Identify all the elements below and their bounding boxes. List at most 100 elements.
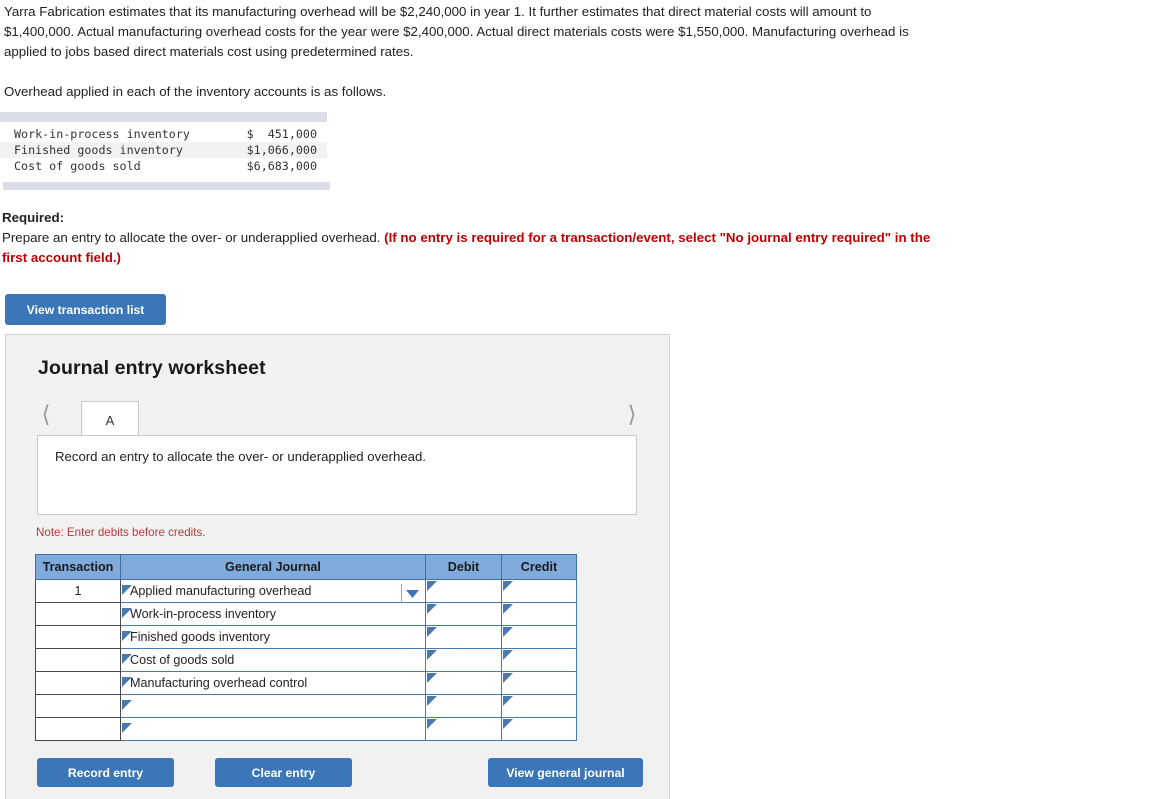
view-transaction-list-button[interactable]: View transaction list [5, 294, 166, 325]
page-title: Journal entry worksheet [38, 357, 266, 379]
credit-cell[interactable] [501, 602, 577, 626]
table-row: Cost of goods sold $6,683,000 [0, 158, 327, 174]
account-cell[interactable]: Applied manufacturing overhead [120, 579, 426, 605]
chevron-right-icon[interactable]: ⟩ [621, 403, 643, 429]
table-row [35, 694, 577, 718]
overhead-row-value: $6,683,000 [246, 159, 317, 173]
overhead-row-label: Work-in-process inventory [14, 127, 190, 141]
cell-marker-icon [503, 604, 513, 614]
transaction-number-cell[interactable] [35, 602, 121, 626]
cell-marker-icon [427, 581, 437, 591]
cell-marker-icon [503, 627, 513, 637]
debit-cell[interactable] [425, 671, 502, 695]
required-heading: Required: [2, 210, 65, 225]
account-cell[interactable] [120, 717, 426, 741]
column-header-credit: Credit [501, 554, 577, 580]
credit-cell[interactable] [501, 625, 577, 649]
cell-marker-icon [503, 719, 513, 729]
overhead-row-value: $1,066,000 [246, 143, 317, 157]
worksheet-tab-bar: ⟨ A ⟩ [6, 395, 671, 438]
tab-a-label: A [105, 412, 115, 428]
cell-marker-icon [122, 676, 132, 687]
account-cell[interactable] [120, 694, 426, 718]
problem-paragraph-1: Yarra Fabrication estimates that its man… [4, 4, 909, 59]
cell-marker-icon [427, 719, 437, 729]
record-entry-button[interactable]: Record entry [37, 758, 174, 787]
cell-marker-icon [427, 604, 437, 614]
transaction-number-cell[interactable] [35, 648, 121, 672]
table-row [35, 717, 577, 741]
chevron-left-icon[interactable]: ⟨ [35, 403, 57, 429]
cell-marker-icon [503, 650, 513, 660]
problem-paragraph-2: Overhead applied in each of the inventor… [4, 84, 387, 99]
column-header-general-journal: General Journal [120, 554, 426, 580]
credit-cell[interactable] [501, 648, 577, 672]
account-name: Finished goods inventory [130, 630, 271, 645]
cell-marker-icon [427, 696, 437, 706]
required-section: Required: Prepare an entry to allocate t… [2, 208, 952, 268]
table-row: Finished goods inventory $1,066,000 [0, 142, 327, 158]
overhead-table: Work-in-process inventory $ 451,000 Fini… [0, 126, 327, 174]
journal-entry-worksheet-panel: Journal entry worksheet ⟨ A ⟩ Record an … [5, 334, 670, 799]
table-row: 1 Applied manufacturing overhead [35, 579, 577, 605]
table-row: Work-in-process inventory [35, 602, 577, 626]
account-cell[interactable]: Manufacturing overhead control [120, 671, 426, 695]
table-row: Work-in-process inventory $ 451,000 [0, 126, 327, 142]
table-top-rule [0, 112, 327, 122]
column-header-debit: Debit [425, 554, 502, 580]
cell-marker-icon [427, 673, 437, 683]
account-cell[interactable]: Finished goods inventory [120, 625, 426, 649]
problem-statement: Yarra Fabrication estimates that its man… [4, 2, 934, 102]
cell-marker-icon [122, 630, 132, 641]
worksheet-description-box: Record an entry to allocate the over- or… [37, 435, 637, 515]
account-name: Manufacturing overhead control [130, 676, 308, 691]
required-instruction-line: Prepare an entry to allocate the over- o… [2, 228, 952, 268]
debit-cell[interactable] [425, 717, 502, 741]
view-general-journal-button[interactable]: View general journal [488, 758, 643, 787]
transaction-number-cell[interactable] [35, 694, 121, 718]
chevron-down-icon[interactable] [401, 583, 423, 605]
cell-marker-icon [122, 700, 132, 710]
journal-entry-table: Transaction General Journal Debit Credit… [35, 554, 577, 741]
page-root: Yarra Fabrication estimates that its man… [0, 0, 1152, 799]
transaction-number-cell[interactable]: 1 [35, 579, 121, 603]
cell-marker-icon [503, 673, 513, 683]
debit-cell[interactable] [425, 694, 502, 718]
cell-marker-icon [503, 696, 513, 706]
account-cell[interactable]: Work-in-process inventory [120, 602, 426, 626]
overhead-applied-table: Work-in-process inventory $ 451,000 Fini… [0, 112, 340, 190]
journal-header-row: Transaction General Journal Debit Credit [35, 554, 577, 580]
cell-marker-icon [122, 653, 132, 664]
transaction-number-cell[interactable] [35, 625, 121, 649]
overhead-row-label: Finished goods inventory [14, 143, 183, 157]
debit-cell[interactable] [425, 648, 502, 672]
table-bottom-rule [3, 182, 330, 190]
table-row: Manufacturing overhead control [35, 671, 577, 695]
transaction-number-cell[interactable] [35, 671, 121, 695]
credit-cell[interactable] [501, 717, 577, 741]
debits-before-credits-note: Note: Enter debits before credits. [36, 526, 206, 539]
credit-cell[interactable] [501, 694, 577, 718]
debit-cell[interactable] [425, 625, 502, 649]
account-name: Cost of goods sold [130, 653, 235, 668]
cell-marker-icon [503, 581, 513, 591]
tab-a[interactable]: A [81, 401, 139, 438]
account-cell[interactable]: Cost of goods sold [120, 648, 426, 672]
cell-marker-icon [427, 627, 437, 637]
cell-marker-icon [122, 607, 132, 618]
clear-entry-button[interactable]: Clear entry [215, 758, 352, 787]
account-name: Applied manufacturing overhead [130, 584, 312, 599]
credit-cell[interactable] [501, 671, 577, 695]
cell-marker-icon [427, 650, 437, 660]
overhead-row-label: Cost of goods sold [14, 159, 141, 173]
table-row: Cost of goods sold [35, 648, 577, 672]
credit-cell[interactable] [501, 579, 577, 603]
account-name: Work-in-process inventory [130, 607, 277, 622]
overhead-row-value: $ 451,000 [246, 127, 317, 141]
cell-marker-icon [122, 584, 132, 595]
column-header-transaction: Transaction [35, 554, 121, 580]
debit-cell[interactable] [425, 579, 502, 603]
table-row: Finished goods inventory [35, 625, 577, 649]
debit-cell[interactable] [425, 602, 502, 626]
transaction-number-cell[interactable] [35, 717, 121, 741]
